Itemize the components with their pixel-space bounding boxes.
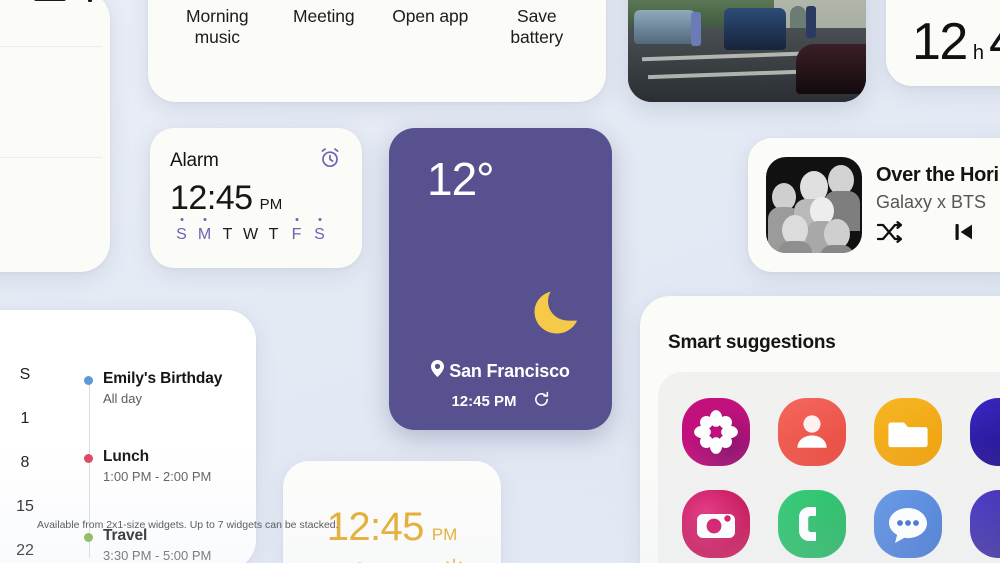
alarm-time: 12:45 PM	[150, 175, 362, 218]
weather-widget[interactable]: 12° San Francisco 12:45 PM	[389, 128, 612, 430]
event-title: Emily's Birthday	[103, 370, 223, 387]
photo-car	[796, 44, 866, 94]
routine-list: Morning music Meeting Open app Save batt…	[148, 0, 606, 49]
calendar-day: 15	[16, 498, 34, 515]
location-pin-icon	[431, 360, 445, 382]
clock-meridiem: PM	[431, 525, 458, 544]
alarm-header: Alarm	[150, 128, 362, 175]
calendar-day: 1	[20, 410, 30, 427]
alarm-widget[interactable]: Alarm 12:45 PM S M T W T F S	[150, 128, 362, 268]
smart-suggestions-widget[interactable]: Smart suggestions	[640, 296, 1000, 563]
routine-label: Morning music	[185, 6, 249, 48]
phone-app-icon[interactable]	[778, 490, 846, 558]
routine-label: Open app	[392, 6, 469, 26]
messages-app-icon[interactable]	[874, 490, 942, 558]
event-dot	[84, 376, 93, 385]
routine-label: Save battery	[510, 6, 564, 48]
screen-time-hours-unit: h	[972, 42, 984, 64]
photo-pedestrian	[806, 6, 816, 38]
refresh-icon[interactable]	[533, 391, 550, 412]
alarm-meridiem: PM	[259, 196, 283, 213]
calendar-day: 22	[16, 542, 34, 559]
alarm-day-mon[interactable]: M	[195, 226, 214, 244]
weather-location: San Francisco	[389, 360, 612, 382]
screen-time-hours: 12	[912, 13, 968, 71]
clock-date-row: Wed, Oct 12	[283, 550, 501, 563]
weather-time: 12:45 PM	[451, 393, 517, 410]
event-subtitle: 1:00 PM - 2:00 PM	[103, 469, 212, 484]
notes-widget[interactable]	[0, 0, 110, 272]
routines-widget[interactable]: Morning music Meeting Open app Save batt…	[148, 0, 606, 102]
calendar-day-column: S 1 8 15 22 29	[4, 366, 46, 563]
screen-time-widget[interactable]: Screen tim 12 h 4	[886, 0, 1000, 86]
previous-track-icon[interactable]	[952, 220, 976, 249]
notes-header-glyphs	[14, 0, 124, 10]
photo-car	[634, 10, 696, 44]
shuffle-icon[interactable]	[876, 220, 904, 249]
clock-widget[interactable]: 12:45 PM Wed, Oct 12	[283, 461, 501, 563]
indigo-app-icon[interactable]	[970, 398, 1000, 466]
calendar-day: S	[19, 366, 31, 383]
routine-item-open-app[interactable]: Open app	[382, 0, 478, 49]
alarm-day-sat[interactable]: S	[310, 226, 329, 244]
sun-icon	[443, 558, 465, 563]
music-controls	[876, 220, 976, 249]
calendar-event[interactable]: Travel 3:30 PM - 5:00 PM	[84, 527, 212, 563]
event-title: Lunch	[103, 448, 149, 465]
alarm-day-fri[interactable]: F	[287, 226, 306, 244]
calendar-event[interactable]: Emily's Birthday All day	[84, 370, 223, 406]
alarm-day-sun[interactable]: S	[172, 226, 191, 244]
music-player-widget[interactable]: Over the Hori Galaxy x BTS	[748, 138, 1000, 272]
contacts-app-icon[interactable]	[778, 398, 846, 466]
clock-time: 12:45 PM	[283, 461, 501, 550]
calendar-timeline	[89, 378, 90, 558]
photo-widget[interactable]	[628, 0, 866, 102]
track-title: Over the Hori	[876, 164, 999, 186]
smart-suggestions-title: Smart suggestions	[668, 332, 836, 353]
event-subtitle: 3:30 PM - 5:00 PM	[103, 548, 212, 563]
routine-item-morning-music[interactable]: Morning music	[169, 0, 265, 49]
clock-time-value: 12:45	[326, 505, 425, 549]
event-dot	[84, 454, 93, 463]
photo-pedestrian	[691, 12, 701, 46]
calendar-day: 8	[20, 454, 30, 471]
indigo-app-icon-2[interactable]	[970, 490, 1000, 558]
alarm-time-value: 12:45	[170, 179, 253, 217]
alarm-title: Alarm	[170, 149, 219, 171]
event-dot	[84, 533, 93, 542]
screen-time-value: 12 h 4	[886, 6, 1000, 72]
notes-divider	[0, 46, 102, 47]
routine-item-meeting[interactable]: Meeting	[276, 0, 372, 49]
event-subtitle: All day	[103, 391, 143, 406]
track-artist: Galaxy x BTS	[876, 192, 987, 212]
routine-label: Meeting	[292, 6, 355, 26]
my-files-app-icon[interactable]	[874, 398, 942, 466]
weather-location-label: San Francisco	[449, 360, 570, 381]
alarm-day-wed[interactable]: W	[241, 226, 260, 244]
weather-temperature: 12°	[427, 153, 495, 205]
calendar-event[interactable]: Lunch 1:00 PM - 2:00 PM	[84, 448, 212, 484]
alarm-day-thu[interactable]: T	[264, 226, 283, 244]
notes-divider	[0, 157, 102, 158]
caption-text: Available from 2x1-size widgets. Up to 7…	[37, 519, 339, 531]
gallery-app-icon[interactable]	[682, 398, 750, 466]
alarm-day-tue[interactable]: T	[218, 226, 237, 244]
screen-time-minutes: 4	[989, 12, 1000, 72]
weather-footer: 12:45 PM	[389, 391, 612, 412]
routine-item-save-battery[interactable]: Save battery	[489, 0, 585, 49]
crescent-moon-icon	[520, 280, 584, 344]
album-art[interactable]	[766, 157, 862, 253]
camera-app-icon[interactable]	[682, 490, 750, 558]
alarm-clock-icon	[318, 146, 342, 175]
smart-suggestions-grid	[658, 372, 1000, 563]
alarm-day-row[interactable]: S M T W T F S	[150, 218, 362, 244]
photo-car	[724, 8, 786, 50]
